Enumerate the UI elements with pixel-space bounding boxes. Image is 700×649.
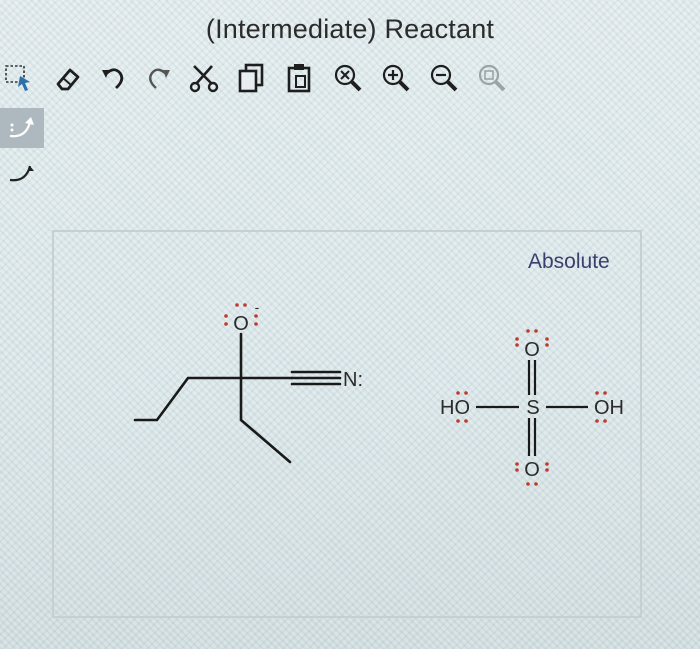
- nitrogen-label: N:: [343, 369, 363, 391]
- molecule-1[interactable]: [133, 332, 342, 464]
- ethyl-branch: [239, 376, 292, 464]
- oxygen-charge: -: [255, 299, 260, 315]
- carbon-chain: [133, 376, 243, 422]
- right-hydroxyl-label: OH: [594, 397, 624, 419]
- molecule-2[interactable]: HO S OH O O: [440, 329, 624, 486]
- left-hydroxyl-label: HO: [440, 397, 470, 419]
- top-oxygen-label: O: [524, 339, 540, 361]
- bottom-oxygen-label: O: [524, 459, 540, 481]
- oxygen-anion: O -: [224, 299, 260, 335]
- oxygen-label: O: [233, 313, 249, 335]
- sulfur-label: S: [526, 397, 539, 419]
- molecule-drawing: O - N: HO S OH O O: [133, 299, 624, 486]
